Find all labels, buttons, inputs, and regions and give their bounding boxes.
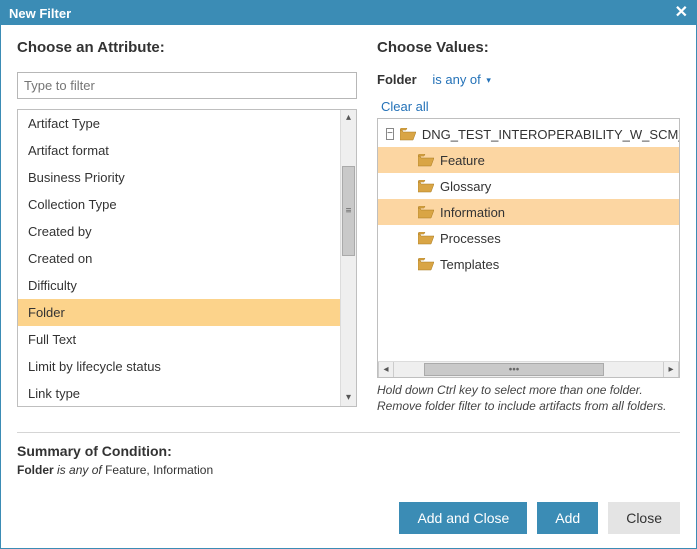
- condition-operator-dropdown[interactable]: is any of ▾: [432, 72, 491, 87]
- attribute-item[interactable]: Artifact Type: [18, 110, 340, 137]
- summary-panel: Summary of Condition: Folder is any of F…: [1, 433, 696, 477]
- add-button[interactable]: Add: [537, 502, 598, 534]
- folder-tree-container: − DNG_TEST_INTEROPERABILITY_W_SCM_FILES Fe…: [377, 118, 680, 378]
- close-icon[interactable]: ✕: [675, 5, 688, 21]
- scroll-right-icon[interactable]: ▸: [663, 362, 679, 377]
- scroll-up-icon[interactable]: ▴: [341, 110, 356, 126]
- attribute-item[interactable]: Folder: [18, 299, 340, 326]
- attribute-list[interactable]: Artifact TypeArtifact formatBusiness Pri…: [18, 110, 340, 406]
- summary-attribute: Folder: [17, 463, 54, 477]
- condition-row: Folder is any of ▾: [377, 72, 680, 87]
- choose-values-panel: Choose Values: Folder is any of ▾ Clear …: [377, 39, 680, 414]
- tree-hint-text: Hold down Ctrl key to select more than o…: [377, 382, 680, 414]
- folder-icon: [418, 154, 434, 167]
- attribute-list-scrollbar[interactable]: ▴ ≡ ▾: [340, 110, 356, 406]
- tree-node-label: Glossary: [440, 179, 491, 194]
- folder-icon: [418, 206, 434, 219]
- dialog-titlebar: New Filter ✕: [1, 1, 696, 25]
- tree-child[interactable]: Processes: [378, 225, 679, 251]
- summary-text: Folder is any of Feature, Information: [17, 463, 680, 477]
- dialog-button-bar: Add and Close Add Close: [399, 502, 680, 534]
- tree-child[interactable]: Information: [378, 199, 679, 225]
- attribute-item[interactable]: Business Priority: [18, 164, 340, 191]
- tree-root[interactable]: − DNG_TEST_INTEROPERABILITY_W_SCM_FILES: [378, 121, 679, 147]
- folder-icon: [418, 180, 434, 193]
- hscroll-track[interactable]: •••: [394, 362, 663, 377]
- tree-child[interactable]: Feature: [378, 147, 679, 173]
- tree-child[interactable]: Glossary: [378, 173, 679, 199]
- tree-horizontal-scrollbar[interactable]: ◂ ••• ▸: [378, 361, 679, 377]
- attribute-item[interactable]: Link type: [18, 380, 340, 406]
- new-filter-dialog: New Filter ✕ Choose an Attribute: Artifa…: [0, 0, 697, 549]
- attribute-item[interactable]: Full Text: [18, 326, 340, 353]
- attribute-item[interactable]: Difficulty: [18, 272, 340, 299]
- folder-icon: [418, 232, 434, 245]
- scroll-down-icon[interactable]: ▾: [341, 390, 356, 406]
- tree-node-label: Processes: [440, 231, 501, 246]
- hscroll-thumb[interactable]: •••: [424, 363, 604, 376]
- clear-all-link[interactable]: Clear all: [381, 99, 429, 114]
- tree-node-label: Templates: [440, 257, 499, 272]
- summary-operator: is any of: [57, 463, 102, 477]
- tree-node-label: DNG_TEST_INTEROPERABILITY_W_SCM_FILES: [422, 127, 679, 142]
- scroll-left-icon[interactable]: ◂: [378, 362, 394, 377]
- choose-attribute-heading: Choose an Attribute:: [17, 39, 357, 56]
- chevron-down-icon: ▾: [486, 75, 491, 85]
- collapse-icon[interactable]: −: [386, 128, 394, 140]
- condition-attribute: Folder: [377, 72, 417, 87]
- choose-attribute-panel: Choose an Attribute: Artifact TypeArtifa…: [17, 39, 357, 414]
- folder-open-icon: [400, 128, 416, 141]
- add-and-close-button[interactable]: Add and Close: [399, 502, 527, 534]
- attribute-item[interactable]: Limit by lifecycle status: [18, 353, 340, 380]
- attribute-item[interactable]: Created by: [18, 218, 340, 245]
- condition-operator-label: is any of: [432, 72, 480, 87]
- choose-values-heading: Choose Values:: [377, 39, 680, 56]
- attribute-item[interactable]: Created on: [18, 245, 340, 272]
- tree-child[interactable]: Templates: [378, 251, 679, 277]
- tree-node-label: Feature: [440, 153, 485, 168]
- attribute-filter-input[interactable]: [17, 72, 357, 99]
- attribute-item[interactable]: Artifact format: [18, 137, 340, 164]
- folder-tree[interactable]: − DNG_TEST_INTEROPERABILITY_W_SCM_FILES Fe…: [378, 119, 679, 361]
- summary-heading: Summary of Condition:: [17, 443, 680, 459]
- folder-icon: [418, 258, 434, 271]
- scroll-thumb[interactable]: ≡: [342, 166, 355, 256]
- dialog-title: New Filter: [9, 6, 71, 21]
- attribute-list-container: Artifact TypeArtifact formatBusiness Pri…: [17, 109, 357, 407]
- close-button[interactable]: Close: [608, 502, 680, 534]
- attribute-item[interactable]: Collection Type: [18, 191, 340, 218]
- tree-node-label: Information: [440, 205, 505, 220]
- scroll-track[interactable]: ≡: [341, 126, 356, 390]
- summary-values: Feature, Information: [105, 463, 213, 477]
